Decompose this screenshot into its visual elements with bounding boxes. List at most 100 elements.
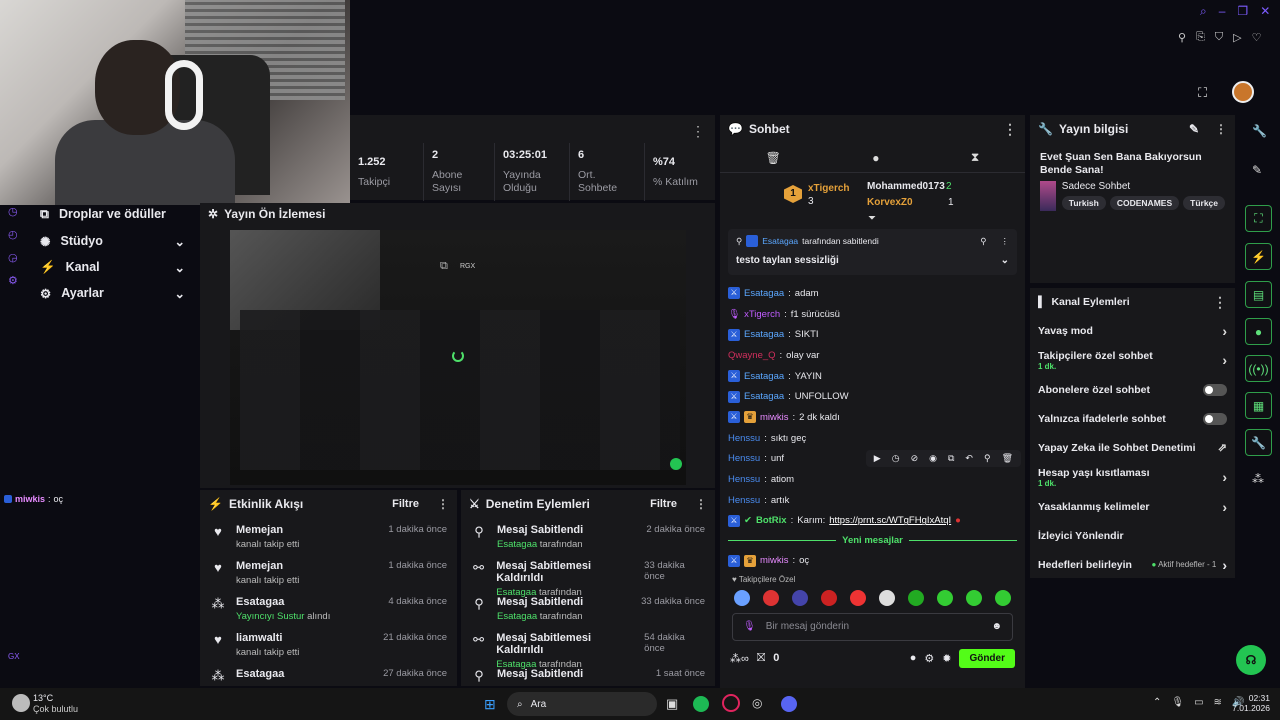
nav-item-drops[interactable]: ⧉ Droplar ve ödüller — [0, 200, 200, 228]
hourglass-icon[interactable]: ⧗ — [971, 150, 979, 165]
timeout-icon[interactable]: ◷ — [892, 453, 900, 464]
menu-dots-icon[interactable]: ⋮ — [1215, 122, 1227, 136]
nav-item-settings[interactable]: ⚙ Ayarlar ⌄ — [0, 280, 200, 306]
ban-icon[interactable]: ⊘ — [911, 453, 919, 464]
heart-icon[interactable]: ♡ — [1252, 31, 1262, 44]
emoji-icon[interactable]: ☻ — [991, 621, 1002, 632]
pin-icon[interactable]: ⚲ — [1178, 31, 1186, 44]
play-icon[interactable]: ▷ — [1233, 31, 1241, 44]
emote-icon[interactable] — [763, 589, 779, 606]
pin-icon[interactable]: ⚲ — [980, 236, 986, 247]
toggle[interactable] — [1203, 412, 1227, 425]
gift-icon[interactable]: ⛝ — [757, 652, 765, 665]
edit-icon[interactable]: ✎ — [1252, 163, 1262, 177]
clip-icon[interactable]: ⎘ — [1196, 31, 1205, 44]
support-button[interactable]: ☊ — [1236, 645, 1266, 675]
slow-mode-row[interactable]: Yavaş mod › — [1030, 316, 1235, 345]
tools-button[interactable]: 🔧 — [1245, 429, 1272, 456]
menu-dots-icon[interactable]: ⋮ — [695, 497, 707, 511]
copy-icon[interactable]: ⧉ — [948, 453, 954, 464]
goals-row[interactable]: Hedefleri belirleyin ● Aktif hedefler - 1… — [1030, 550, 1235, 579]
clock-icon[interactable]: ◴ — [8, 228, 18, 241]
trash-icon[interactable]: 🗑 — [1002, 453, 1013, 464]
expand-icon[interactable]: ⏷ — [868, 213, 876, 224]
spotify-icon[interactable] — [693, 696, 709, 712]
chat-message[interactable]: ⚔ Esatagaa: YAYIN — [720, 366, 1025, 387]
emote-only-row[interactable]: Yalnızca ifadelerle sohbet — [1030, 404, 1235, 433]
chat-message[interactable]: Henssu: atiom — [720, 469, 1025, 490]
badge-icon[interactable]: ✹ — [942, 652, 951, 665]
tag[interactable]: CODENAMES — [1109, 196, 1180, 210]
taskbar-search[interactable]: ⌕ Ara — [507, 692, 657, 716]
tag[interactable]: Türkçe — [1183, 196, 1225, 210]
maximize-icon[interactable]: ❐ — [1237, 4, 1248, 19]
broadcast-button[interactable]: ((•)) — [1245, 355, 1272, 382]
menu-dots-icon[interactable]: ⋮ — [1001, 236, 1010, 247]
chat-button[interactable]: ● — [1245, 318, 1272, 345]
wrench-icon[interactable]: 🔧 — [1252, 124, 1267, 138]
moderation-item[interactable]: ⚯ Mesaj Sabitlemesi Kaldırıldı Esatagaa ta… — [461, 626, 715, 670]
emote-icon[interactable] — [908, 589, 924, 606]
points-icon[interactable]: ⁂∞ — [730, 652, 749, 665]
undo-icon[interactable]: ↶ — [965, 453, 973, 464]
gear-icon[interactable]: ⚙ — [8, 274, 18, 287]
activity-item[interactable]: ♥ Memejan kanalı takip etti 1 dakika önce — [200, 518, 457, 554]
emote-icon[interactable] — [821, 589, 837, 606]
account-age-row[interactable]: Hesap yaşı kısıtlaması 1 dk. › — [1030, 462, 1235, 492]
pin-icon[interactable]: ⚲ — [984, 453, 991, 464]
followers-only-row[interactable]: Takipçilere özel sohbet 1 dk. › — [1030, 345, 1235, 375]
close-icon[interactable]: ✕ — [1260, 4, 1270, 19]
moderation-filter-button[interactable]: Filtre — [650, 498, 677, 510]
ai-moderation-row[interactable]: Yapay Zeka ile Sohbet Denetimi ⇗ — [1030, 433, 1235, 462]
gift-icon[interactable]: ◶ — [8, 251, 18, 264]
chat-message[interactable]: ⚔ ✔ BotRix: Karım: https://prnt.sc/WTgFHgIxA… — [720, 511, 1025, 532]
task-view-icon[interactable]: ▣ — [666, 696, 678, 712]
chat-message[interactable]: 🎙 xTigerch: f1 sürücüsü — [720, 304, 1025, 325]
send-button[interactable]: Gönder — [959, 648, 1015, 668]
chevron-down-icon[interactable]: ⌄ — [1001, 255, 1009, 266]
trash-icon[interactable]: 🗑 — [766, 151, 781, 165]
activity-item[interactable]: ⁂ Esatagaa 27 dakika önce — [200, 662, 457, 682]
chat-input[interactable]: 🎙 Bir mesaj gönderin ☻ — [732, 612, 1013, 641]
layout-button[interactable]: ▦ — [1245, 392, 1272, 419]
camera-button[interactable]: ⛶ — [1245, 205, 1272, 232]
activity-filter-button[interactable]: Filtre — [392, 498, 419, 510]
edit-icon[interactable]: ✎ — [1189, 122, 1199, 136]
drops-icon[interactable]: ⛶ — [1198, 85, 1207, 101]
activity-item[interactable]: ♥ Memejan kanalı takip etti 1 dakika önce — [200, 554, 457, 590]
stream-category[interactable]: Sadece Sohbet Turkish CODENAMES Türkçe — [1030, 177, 1235, 211]
subscribers-only-row[interactable]: Abonelere özel sohbet — [1030, 375, 1235, 404]
points-icon[interactable]: ⁂ — [1252, 472, 1264, 486]
start-icon[interactable]: ⊞ — [484, 696, 496, 713]
shield-icon[interactable]: ⛉ — [1215, 31, 1223, 44]
clock[interactable]: 02:31 7.01.2026 — [1232, 693, 1270, 713]
toggle[interactable] — [1203, 383, 1227, 396]
activity-item[interactable]: ⁂ Esatagaa Yayıncıyı Sustur alındı 4 dakika… — [200, 590, 457, 626]
display-icon[interactable]: ▭ — [1194, 697, 1203, 708]
play-icon[interactable]: ▶ — [874, 453, 881, 464]
tag[interactable]: Turkish — [1061, 196, 1106, 210]
raid-row[interactable]: İzleyici Yönlendir — [1030, 521, 1235, 550]
chat-message[interactable]: ⚔ ♛ miwkis:2 dk kaldı — [720, 407, 1025, 428]
steam-icon[interactable]: ◎ — [752, 696, 762, 710]
chat-message[interactable]: ⚔ Esatagaa: UNFOLLOW — [720, 386, 1025, 407]
chat-message[interactable]: ⚔ Esatagaa: SIKTI — [720, 324, 1025, 345]
menu-dots-icon[interactable]: ⋮ — [691, 123, 705, 140]
chat-bubble-icon[interactable]: ● — [910, 652, 917, 664]
emote-icon[interactable] — [879, 589, 895, 606]
menu-dots-icon[interactable]: ⋮ — [437, 497, 449, 511]
emote-icon[interactable] — [792, 589, 808, 606]
chat-message[interactable]: Qwayne_Q: olay var — [720, 345, 1025, 366]
chat-message[interactable]: ⚔ Esatagaa: adam — [720, 283, 1025, 304]
emote-icon[interactable] — [734, 589, 750, 606]
mic-icon[interactable]: 🎙 — [1171, 697, 1184, 708]
moderation-item[interactable]: ⚯ Mesaj Sabitlemesi Kaldırıldı Esatagaa ta… — [461, 554, 715, 598]
preview-video[interactable]: ⧉ RGX — [230, 230, 686, 485]
avatar[interactable] — [1232, 81, 1254, 103]
clock-icon[interactable]: ◷ — [8, 205, 18, 218]
notes-button[interactable]: ▤ — [1245, 281, 1272, 308]
reply-icon[interactable]: ◉ — [929, 453, 937, 464]
chat-message[interactable]: Henssu: artık — [720, 490, 1025, 511]
chevron-up-icon[interactable]: ⌃ — [1153, 697, 1161, 708]
moderation-item[interactable]: ⚲ Mesaj Sabitlendi Esatagaa tarafından 2 da… — [461, 518, 715, 554]
